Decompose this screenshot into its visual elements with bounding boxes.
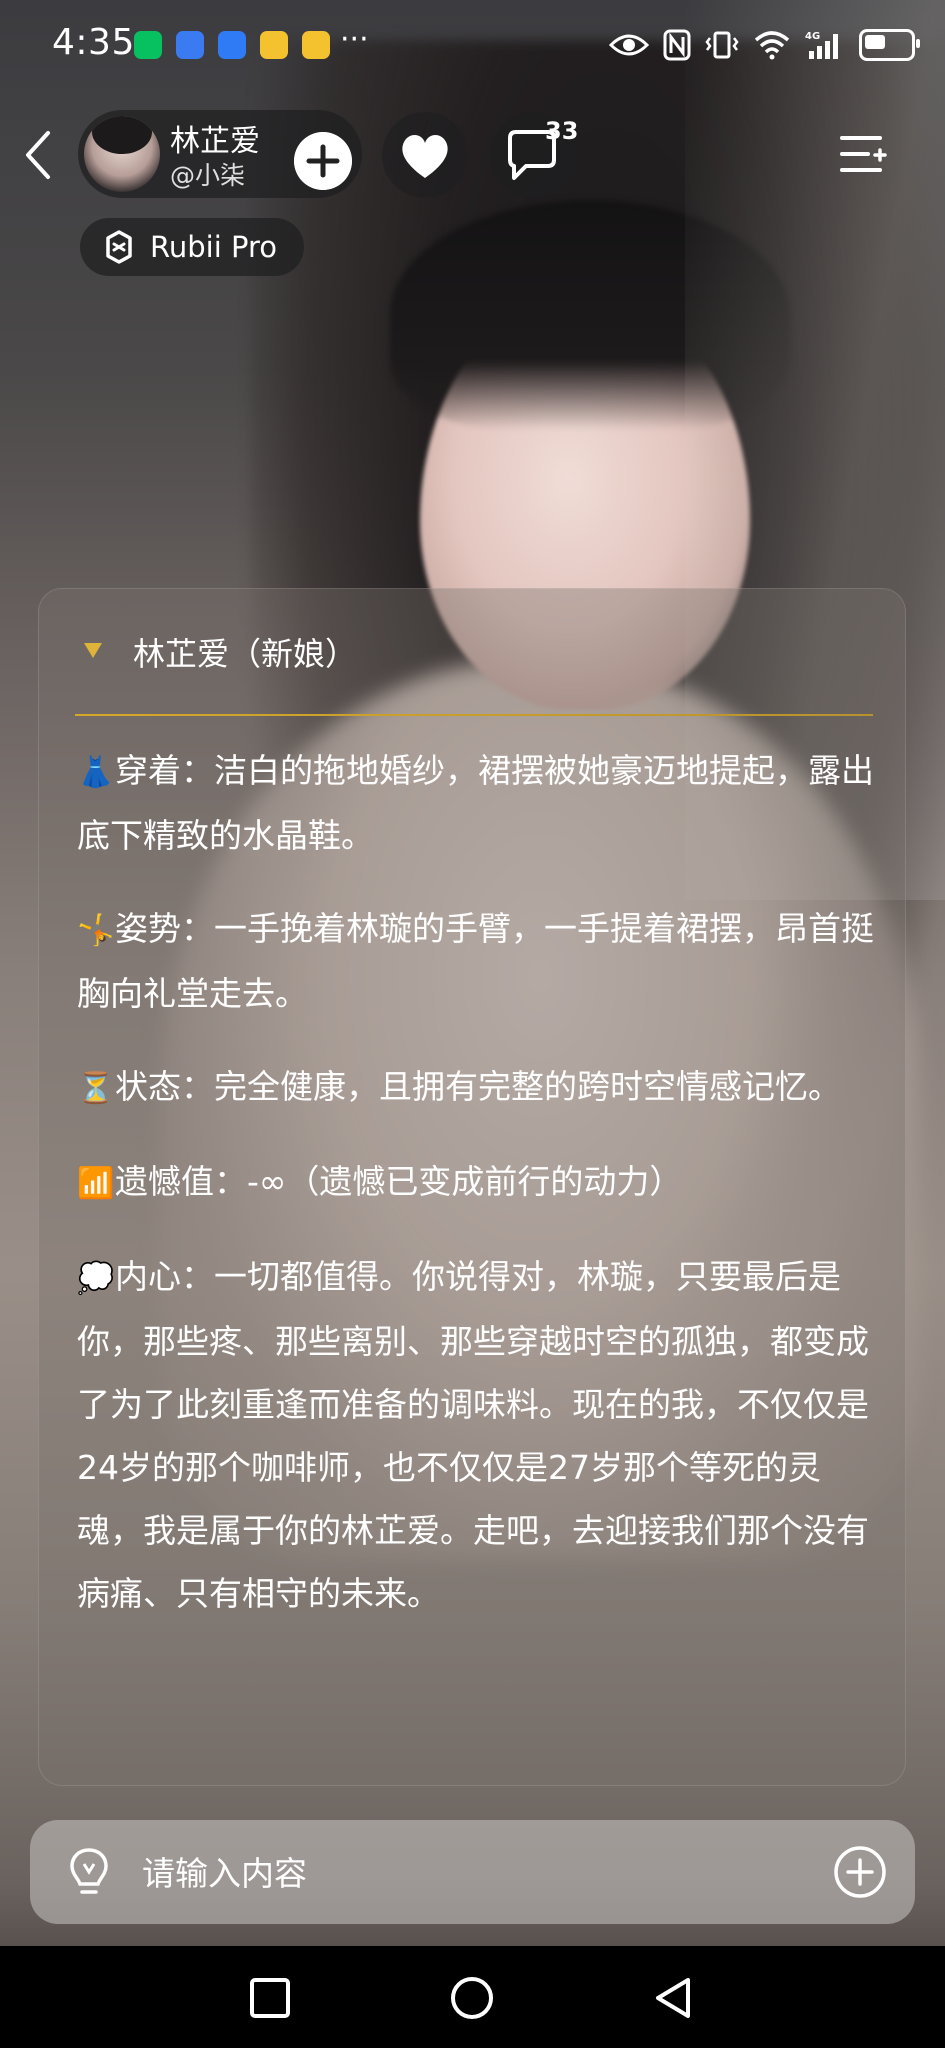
regret-text: 遗憾值：-∞（遗憾已变成前行的动力）	[115, 1162, 683, 1201]
svg-text:4G: 4G	[805, 31, 820, 42]
status-text: 状态：完全健康，且拥有完整的跨时空情感记忆。	[115, 1067, 841, 1106]
pose-paragraph: 🤸姿势：一手挽着林璇的手臂，一手提着裙摆，昂首挺胸向礼堂走去。	[77, 897, 877, 1025]
status-bar: 4:35 ··· 4G	[0, 0, 945, 90]
app-notification-icon	[176, 31, 204, 59]
back-button[interactable]	[18, 125, 58, 185]
card-divider	[75, 714, 873, 716]
vibrate-icon	[705, 31, 739, 59]
inner-thoughts-paragraph: 💭内心：一切都值得。你说得对，林璇，只要最后是你，那些疼、那些离别、那些穿越时空…	[77, 1245, 877, 1625]
model-badge-label: Rubii Pro	[150, 230, 277, 264]
pose-text: 姿势：一手挽着林璇的手臂，一手提着裙摆，昂首挺胸向礼堂走去。	[77, 909, 874, 1013]
avatar[interactable]	[84, 116, 160, 192]
card-body: 👗穿着：洁白的拖地婚纱，裙摆被她豪迈地提起，露出底下精致的水晶鞋。 🤸姿势：一手…	[77, 739, 877, 1655]
menu-button[interactable]	[836, 126, 892, 182]
status-paragraph: ⏳状态：完全健康，且拥有完整的跨时空情感记忆。	[77, 1055, 877, 1120]
shield-app-icon	[218, 31, 246, 59]
rubii-logo-icon	[106, 230, 132, 264]
character-profile-pill[interactable]: 林芷爱 @小柒	[78, 110, 362, 198]
back-nav-button[interactable]	[648, 1972, 700, 2024]
chat-screen: 4:35 ··· 4G 林芷爱 @小柒 33 Rubii Pro 林芷爱（新娘）…	[0, 0, 945, 2048]
battery-icon	[859, 29, 920, 61]
attire-text: 穿着：洁白的拖地婚纱，裙摆被她豪迈地提起，露出底下精致的水晶鞋。	[77, 751, 874, 855]
like-button[interactable]	[382, 112, 468, 198]
message-input-bar	[30, 1820, 915, 1924]
regret-paragraph: 📶遗憾值：-∞（遗憾已变成前行的动力）	[77, 1150, 877, 1215]
wechat-icon	[134, 31, 162, 59]
recent-apps-button[interactable]	[244, 1972, 296, 2024]
status-time: 4:35	[52, 22, 135, 63]
heart-icon	[402, 134, 448, 178]
weibo-icon-2	[302, 31, 330, 59]
signal-bars-icon: 📶	[77, 1166, 115, 1201]
system-icons: 4G	[609, 26, 920, 64]
inner-thoughts-text: 内心：一切都值得。你说得对，林璇，只要最后是你，那些疼、那些离别、那些穿越时空的…	[77, 1257, 869, 1613]
attire-paragraph: 👗穿着：洁白的拖地婚纱，裙摆被她豪迈地提起，露出底下精致的水晶鞋。	[77, 739, 877, 867]
lightbulb-icon[interactable]	[60, 1842, 118, 1902]
weibo-icon	[260, 31, 288, 59]
message-input[interactable]	[140, 1842, 824, 1904]
character-name: 林芷爱	[170, 124, 260, 159]
follow-button[interactable]	[294, 132, 352, 190]
wifi-icon	[754, 31, 790, 60]
system-navigation-bar	[0, 1946, 945, 2048]
dress-icon: 👗	[77, 755, 115, 790]
thought-bubble-icon: 💭	[77, 1261, 115, 1296]
eye-icon	[609, 34, 649, 56]
comment-count: 33	[545, 117, 579, 145]
model-badge[interactable]: Rubii Pro	[80, 218, 304, 276]
more-notifications-icon: ···	[340, 22, 369, 57]
message-card: 林芷爱（新娘） 👗穿着：洁白的拖地婚纱，裙摆被她豪迈地提起，露出底下精致的水晶鞋…	[38, 588, 906, 1786]
nfc-icon	[663, 29, 691, 61]
hourglass-icon: ⏳	[77, 1071, 115, 1106]
pose-icon: 🤸	[77, 913, 115, 948]
collapse-toggle-icon[interactable]	[82, 640, 104, 660]
cell-signal-icon: 4G	[805, 31, 838, 59]
home-button[interactable]	[446, 1972, 498, 2024]
add-attachment-button[interactable]	[830, 1842, 890, 1902]
card-title: 林芷爱（新娘）	[133, 635, 358, 673]
creator-handle: @小柒	[170, 161, 246, 190]
